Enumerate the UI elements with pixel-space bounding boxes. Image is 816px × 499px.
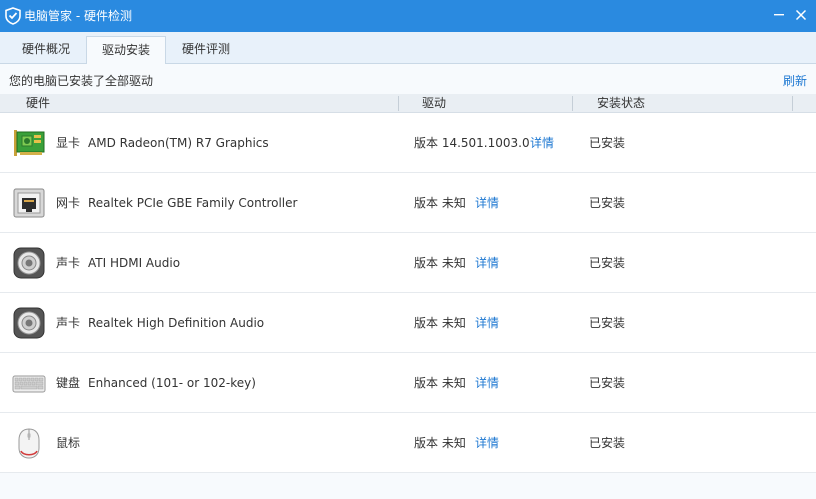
window-title: 电脑管家 - 硬件检测 (24, 9, 132, 23)
details-link[interactable]: 详情 (475, 413, 499, 473)
column-divider (792, 96, 793, 111)
hardware-category: 网卡 (56, 196, 81, 210)
column-header-hardware: 硬件 (26, 96, 51, 110)
status-bar: 您的电脑已安装了全部驱动 刷新 (0, 64, 816, 94)
hardware-category: 鼠标 (56, 436, 81, 450)
network-card-icon (13, 188, 45, 218)
driver-version: 版本 未知 (414, 196, 466, 210)
install-status: 已安装 (589, 256, 626, 270)
title-bar: 电脑管家 - 硬件检测 (0, 0, 816, 32)
driver-version: 版本 未知 (414, 256, 466, 270)
minimize-icon[interactable] (770, 6, 788, 24)
keyboard-icon (12, 375, 46, 393)
driver-version: 版本 14.501.1003.0 (414, 136, 530, 150)
column-header-driver: 驱动 (422, 96, 447, 110)
refresh-link[interactable]: 刷新 (783, 64, 807, 98)
install-status: 已安装 (589, 436, 626, 450)
table-row: 显卡 AMD Radeon(TM) R7 Graphics 版本 14.501.… (0, 113, 816, 173)
hardware-category: 声卡 (56, 256, 81, 270)
install-status: 已安装 (589, 136, 626, 150)
column-divider (398, 96, 399, 111)
close-icon[interactable] (792, 6, 810, 24)
details-link[interactable]: 详情 (475, 233, 499, 293)
tab-hardware-overview[interactable]: 硬件概况 (6, 36, 86, 64)
driver-version: 版本 未知 (414, 436, 466, 450)
table-header: 硬件 驱动 安装状态 (0, 94, 816, 113)
status-message: 您的电脑已安装了全部驱动 (9, 74, 154, 88)
table-row: 鼠标 版本 未知 详情 已安装 (0, 413, 816, 473)
details-link[interactable]: 详情 (475, 173, 499, 233)
empty-list-area (0, 473, 816, 499)
hardware-category: 键盘 (56, 376, 81, 390)
shield-logo-icon (5, 7, 21, 25)
graphics-card-icon (14, 130, 45, 156)
hardware-name: ATI HDMI Audio (88, 256, 181, 270)
tab-hardware-benchmark[interactable]: 硬件评测 (166, 36, 246, 64)
hardware-name: Realtek PCIe GBE Family Controller (88, 196, 298, 210)
hardware-name: AMD Radeon(TM) R7 Graphics (88, 136, 269, 150)
details-link[interactable]: 详情 (475, 353, 499, 413)
hardware-category: 显卡 (56, 136, 81, 150)
speaker-icon (13, 307, 45, 339)
table-row: 网卡 Realtek PCIe GBE Family Controller 版本… (0, 173, 816, 233)
table-row: 声卡 Realtek High Definition Audio 版本 未知 详… (0, 293, 816, 353)
install-status: 已安装 (589, 376, 626, 390)
tab-driver-install[interactable]: 驱动安装 (86, 36, 166, 65)
hardware-name: Realtek High Definition Audio (88, 316, 265, 330)
hardware-name: Enhanced (101- or 102-key) (88, 376, 256, 390)
driver-version: 版本 未知 (414, 376, 466, 390)
column-divider (572, 96, 573, 111)
driver-list: 显卡 AMD Radeon(TM) R7 Graphics 版本 14.501.… (0, 113, 816, 499)
table-row: 键盘 Enhanced (101- or 102-key) 版本 未知 详情 已… (0, 353, 816, 413)
install-status: 已安装 (589, 316, 626, 330)
details-link[interactable]: 详情 (475, 293, 499, 353)
details-link[interactable]: 详情 (530, 113, 554, 173)
driver-version: 版本 未知 (414, 316, 466, 330)
speaker-icon (13, 247, 45, 279)
hardware-category: 声卡 (56, 316, 81, 330)
column-header-install-status: 安装状态 (597, 96, 646, 110)
table-row: 声卡 ATI HDMI Audio 版本 未知 详情 已安装 (0, 233, 816, 293)
install-status: 已安装 (589, 196, 626, 210)
mouse-icon (18, 428, 40, 459)
tab-bar: 硬件概况 驱动安装 硬件评测 (0, 32, 816, 65)
